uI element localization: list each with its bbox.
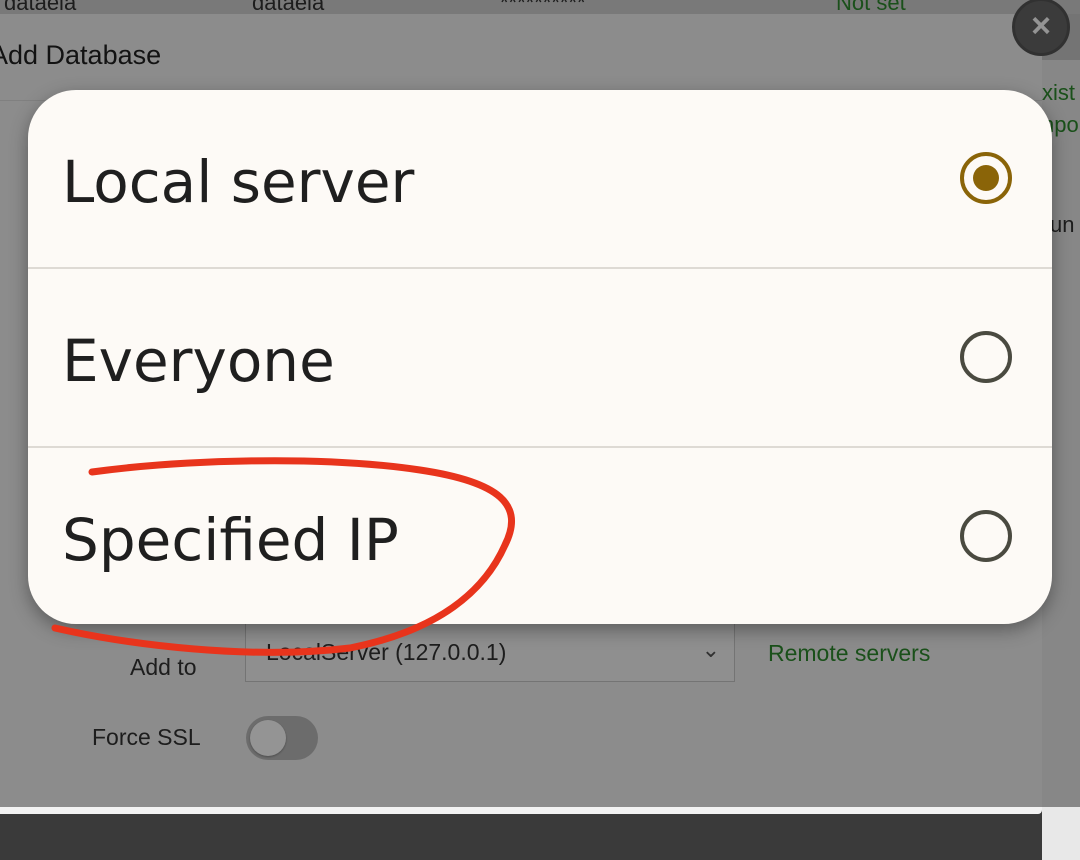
radio-unselected-icon[interactable] <box>960 510 1012 562</box>
access-options-popup: Local server Everyone Specified IP <box>28 90 1052 624</box>
option-everyone[interactable]: Everyone <box>28 267 1052 445</box>
option-label: Specified IP <box>62 506 399 574</box>
option-label: Local server <box>62 148 415 216</box>
radio-selected-icon[interactable] <box>960 152 1012 204</box>
option-label: Everyone <box>62 327 335 395</box>
radio-unselected-icon[interactable] <box>960 331 1012 383</box>
option-specified-ip[interactable]: Specified IP <box>28 446 1052 624</box>
option-local-server[interactable]: Local server <box>28 90 1052 268</box>
